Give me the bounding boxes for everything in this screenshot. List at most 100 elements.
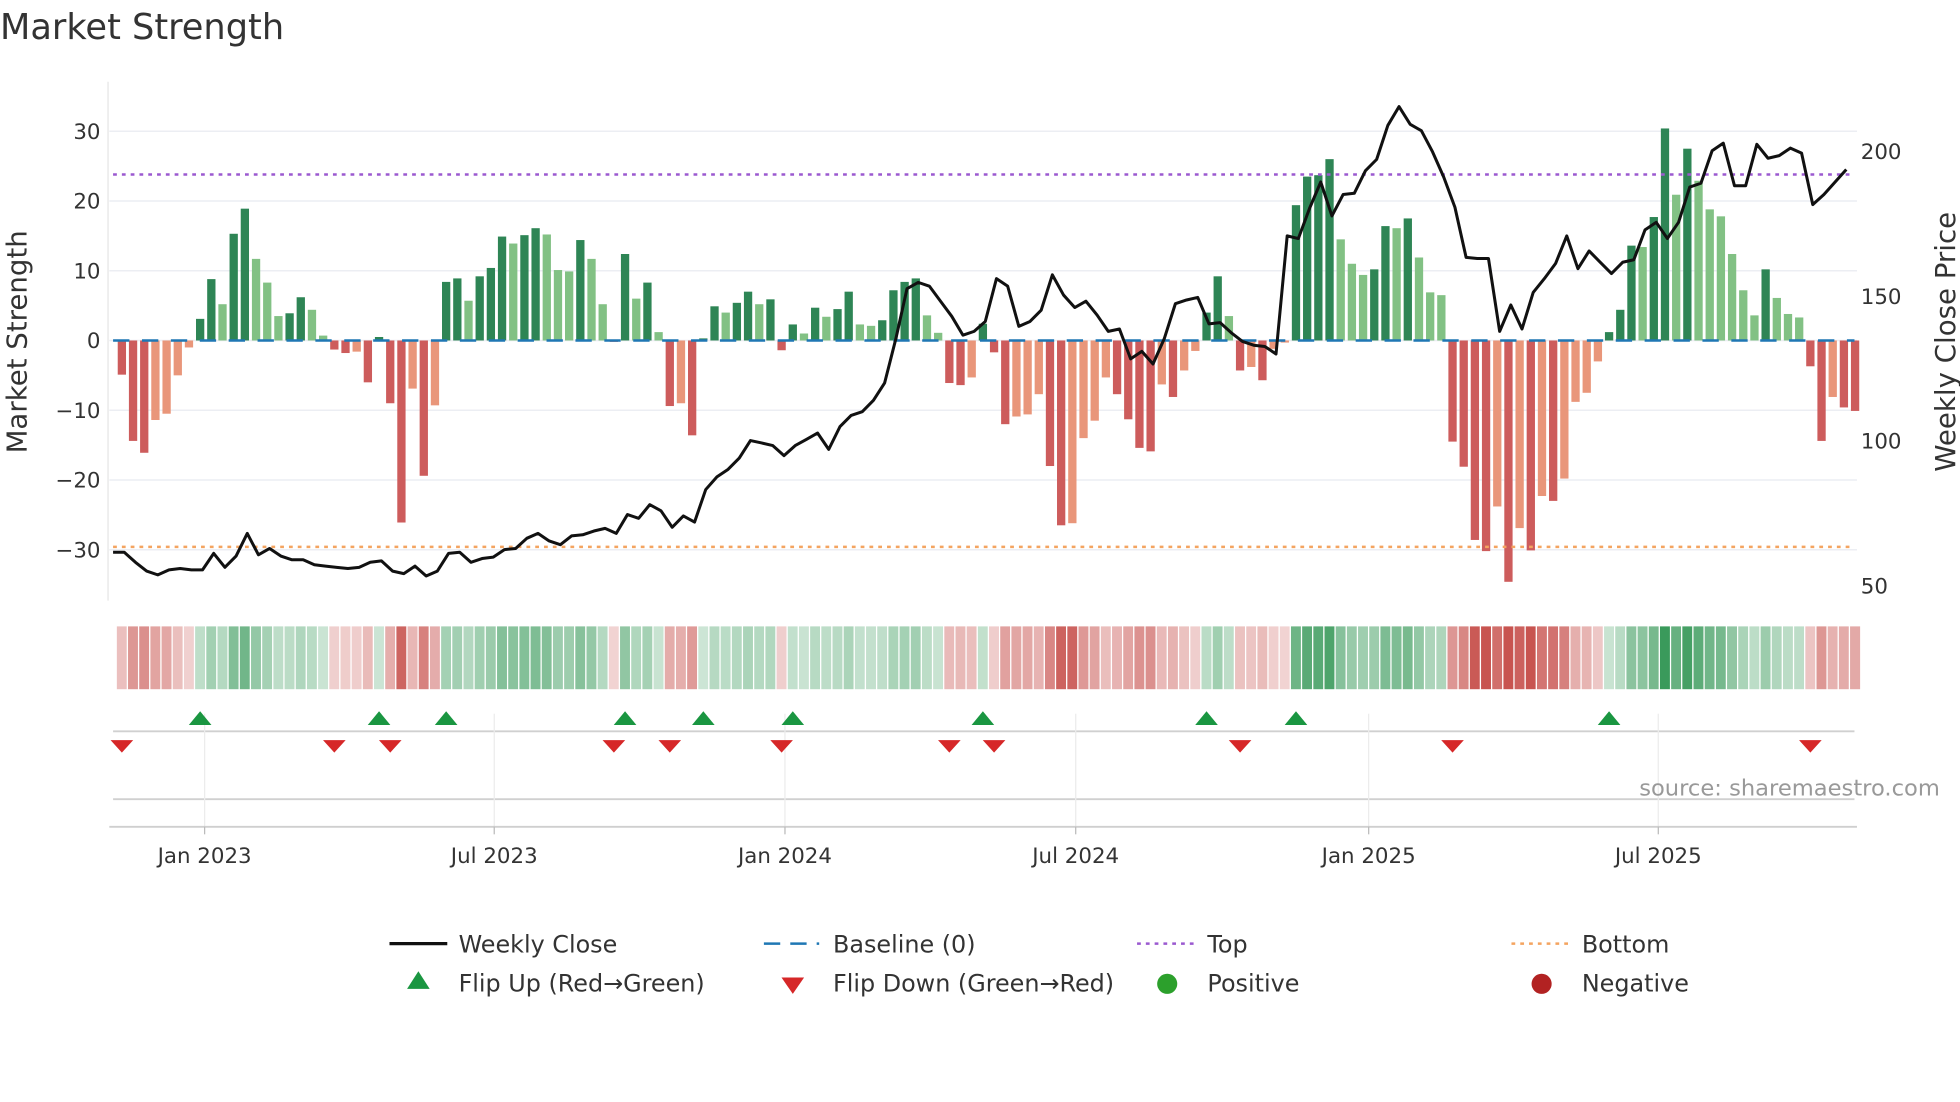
strength-heat-cell: [406, 625, 419, 691]
strength-heat-cell: [1267, 625, 1280, 691]
strength-heat-cell: [462, 625, 475, 691]
legend-positive: Positive: [1207, 969, 1299, 997]
strength-heat-cell: [316, 625, 330, 691]
strength-heat-cell: [1636, 625, 1649, 691]
strength-heat-cell: [775, 625, 788, 691]
strength-heat-cell: [1669, 625, 1683, 691]
flip-down-marker: [770, 740, 793, 753]
strength-heat-cell: [551, 625, 565, 691]
strength-heat-cell: [1379, 625, 1392, 691]
strength-heat-cell: [1457, 625, 1470, 691]
negative-strength-bar: [386, 340, 395, 404]
negative-strength-bar: [352, 340, 361, 352]
positive-strength-bar: [218, 304, 227, 341]
strength-heat-cell: [1077, 625, 1090, 691]
positive-strength-bar: [743, 291, 753, 341]
strength-heat-cell: [708, 625, 721, 691]
negative-strength-bar: [397, 340, 406, 523]
strength-heat-cell: [417, 625, 431, 691]
strength-heat-cell: [149, 625, 162, 691]
strength-heat-cell: [1189, 625, 1202, 691]
positive-strength-bar: [844, 291, 853, 341]
legend: Weekly Close Baseline (0) Top Bottom Fli…: [389, 930, 1689, 997]
strength-heat-cell: [1625, 625, 1638, 691]
positive-strength-bar: [1683, 148, 1692, 341]
strength-heat-cell: [451, 625, 464, 691]
strength-heat-cell: [171, 625, 185, 691]
positive-strength-bar: [1761, 269, 1770, 341]
strength-heat-cell: [1088, 625, 1101, 691]
y2-tick-label: 150: [1861, 285, 1902, 310]
flip-down-marker: [1228, 740, 1252, 753]
strength-heat-cell: [193, 625, 207, 691]
strength-heat-cell: [1513, 625, 1526, 691]
strength-bars: [117, 128, 1860, 582]
strength-heat-cell: [730, 625, 744, 691]
strength-heat-cell: [1423, 625, 1437, 691]
strength-heat-cell: [1703, 625, 1717, 691]
strength-heat-cell: [1211, 625, 1224, 691]
positive-strength-bar: [788, 324, 797, 341]
y2-tick-label: 200: [1861, 140, 1902, 165]
strength-heat-cell: [685, 625, 699, 691]
negative-strength-bar: [777, 340, 786, 351]
strength-heat-cell: [1591, 625, 1605, 691]
chart-title: Market Strength: [0, 7, 284, 48]
strength-heat-cell: [764, 625, 777, 691]
positive-strength-bar: [922, 315, 932, 341]
positive-strength-bar: [1649, 217, 1658, 341]
legend-flip-down: Flip Down (Green→Red): [833, 969, 1114, 997]
y-tick-label: 20: [73, 190, 100, 215]
strength-heat-cell: [1490, 625, 1504, 691]
positive-strength-bar: [632, 298, 641, 341]
positive-strength-bar: [285, 313, 294, 341]
strength-heat-cell: [954, 625, 967, 691]
negative-strength-bar: [408, 340, 417, 389]
strength-heat-cell: [495, 625, 509, 691]
y-tick-label: −10: [55, 399, 100, 424]
negative-strength-bar: [128, 340, 138, 441]
legend-flip-down-icon: [781, 977, 805, 994]
flip-down-marker: [1799, 740, 1822, 753]
strength-heat-cell: [294, 625, 308, 691]
positive-strength-bar: [1727, 253, 1737, 341]
positive-strength-bar: [1426, 292, 1435, 341]
positive-strength-bar: [833, 309, 842, 341]
strength-heat-cell: [629, 625, 643, 691]
flip-down-marker: [1441, 740, 1464, 753]
positive-strength-bar: [721, 312, 730, 341]
strength-heat-cell: [1054, 625, 1068, 691]
flip-up-marker: [1284, 711, 1308, 726]
source-credit: source: sharemaestro.com: [1639, 775, 1940, 801]
strength-heat-cell: [518, 625, 531, 691]
negative-strength-bar: [117, 340, 127, 375]
positive-strength-bar: [553, 270, 563, 341]
legend-weekly-close: Weekly Close: [459, 930, 618, 958]
strength-heat-cell: [1692, 625, 1705, 691]
positive-strength-bar: [643, 282, 652, 341]
positive-strength-bar: [1638, 247, 1647, 341]
negative-strength-bar: [162, 340, 171, 414]
strength-heat-cell: [1233, 625, 1247, 691]
strength-heat-cell: [641, 625, 654, 691]
positive-strength-bar: [520, 235, 529, 341]
positive-strength-bar: [755, 304, 764, 341]
positive-strength-bar: [1772, 297, 1781, 341]
negative-strength-bar: [1068, 340, 1077, 524]
flip-down-marker: [378, 740, 402, 753]
strength-heat-cell: [1837, 625, 1851, 691]
positive-strength-bar: [263, 282, 272, 341]
strength-heat-cell: [1144, 625, 1157, 691]
strength-heat-cell: [697, 625, 710, 691]
positive-strength-bar: [620, 253, 630, 341]
strength-heat-cell: [1736, 625, 1750, 691]
strength-heat-cell: [1725, 625, 1739, 691]
positive-strength-bar: [1347, 263, 1357, 341]
strength-heat-strip: [115, 625, 1862, 691]
strength-heat-cell: [1099, 625, 1113, 691]
strength-heat-cell: [931, 625, 945, 691]
flip-up-marker: [692, 711, 715, 726]
strength-heat-cell: [741, 625, 755, 691]
positive-strength-bar: [1392, 228, 1401, 341]
strength-heat-cell: [1121, 625, 1135, 691]
